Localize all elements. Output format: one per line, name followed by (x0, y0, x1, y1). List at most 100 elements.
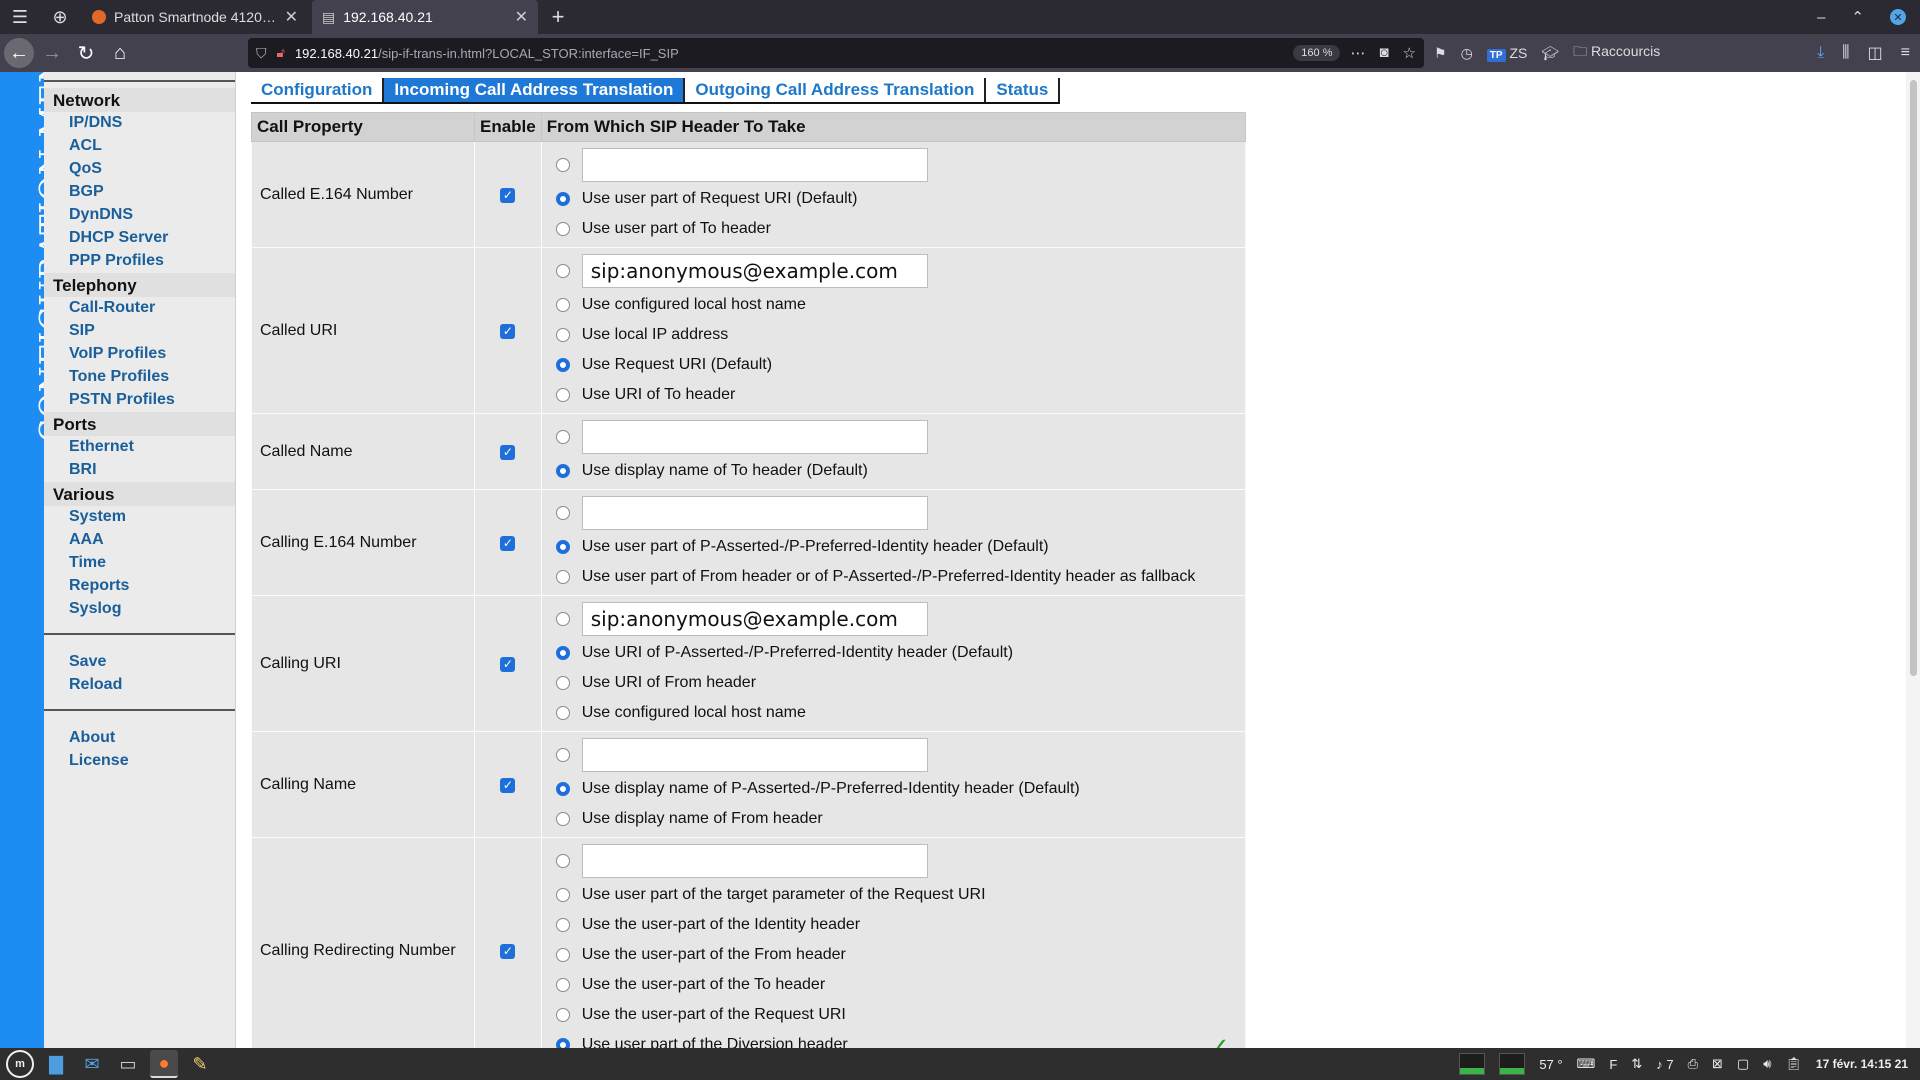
browser-tab[interactable]: Patton Smartnode 4120: N ✕ (82, 0, 308, 34)
sidebar-item-ethernet[interactable]: Ethernet (44, 436, 235, 459)
enable-checkbox[interactable]: ✓ (500, 656, 516, 672)
option-radio[interactable] (555, 646, 570, 660)
option-radio[interactable] (555, 298, 570, 312)
option-label[interactable]: Use URI of From header (582, 674, 756, 692)
option-label[interactable]: Use display name of From header (582, 810, 823, 828)
enable-checkbox[interactable]: ✓ (500, 323, 516, 339)
sidebar-item-ppp-profiles[interactable]: PPP Profiles (44, 250, 235, 273)
sidebar-item-aaa[interactable]: AAA (44, 529, 235, 552)
option-label[interactable]: Use user part of the Diversion header (582, 1036, 848, 1048)
tracking-shield-icon[interactable]: ⛉ (256, 45, 267, 62)
sidebar-item-syslog[interactable]: Syslog (44, 598, 235, 621)
start-menu-icon[interactable]: m (6, 1050, 34, 1078)
option-label[interactable]: Use user part of Request URI (Default) (582, 190, 858, 208)
page-scrollbar[interactable] (1906, 72, 1920, 1048)
tab-status[interactable]: Status (986, 78, 1061, 102)
custom-value-input[interactable] (581, 738, 928, 772)
sidebar-item-pstn-profiles[interactable]: PSTN Profiles (44, 389, 235, 412)
option-radio[interactable] (555, 612, 570, 626)
forward-icon[interactable]: → (36, 37, 68, 69)
option-radio[interactable] (555, 192, 570, 206)
library-icon[interactable]: ⫼ (1842, 44, 1849, 62)
sidebar-license-link[interactable]: License (44, 750, 235, 773)
home-icon[interactable]: ⌂ (104, 37, 136, 69)
sidebar-item-acl[interactable]: ACL (44, 135, 235, 158)
firefox-icon[interactable]: ● (150, 1050, 178, 1078)
scrollbar-thumb[interactable] (1910, 80, 1917, 676)
sidebar-item-time[interactable]: Time (44, 552, 235, 575)
tab-configuration[interactable]: Configuration (251, 78, 385, 102)
graduation-cap-icon[interactable]: 🎓︎ (1541, 45, 1559, 62)
bookmarks-folder[interactable]: 🗀 Raccourcis (1573, 41, 1660, 65)
url-bar[interactable]: ⛉ 🔓︎ 192.168.40.21/sip-if-trans-in.html?… (248, 38, 1424, 68)
cpu-graph-icon[interactable] (1459, 1053, 1486, 1075)
sidebar-item-qos[interactable]: QoS (44, 158, 235, 181)
option-label[interactable]: Use local IP address (582, 326, 728, 344)
close-tab-icon[interactable]: ✕ (515, 7, 528, 27)
custom-value-input[interactable] (581, 844, 928, 878)
option-radio[interactable] (555, 706, 570, 720)
option-radio[interactable] (555, 506, 570, 520)
tab-incoming-call-address-translation[interactable]: Incoming Call Address Translation (384, 78, 686, 102)
option-label[interactable]: Use the user-part of the To header (582, 976, 825, 994)
option-radio[interactable] (555, 388, 570, 402)
bookmark-star-icon[interactable]: ☆ (1403, 44, 1416, 62)
custom-value-input[interactable] (581, 602, 928, 636)
close-window-icon[interactable]: ✕ (1890, 9, 1906, 25)
option-radio[interactable] (555, 264, 570, 278)
sidebar-toggle-icon[interactable]: ◫ (1868, 43, 1883, 63)
option-radio[interactable] (555, 1008, 570, 1022)
option-label[interactable]: Use configured local host name (582, 704, 806, 722)
display-icon[interactable]: ▢ (1737, 1056, 1749, 1072)
browser-tab-active[interactable]: ▤ 192.168.40.21 ✕ (312, 0, 538, 34)
enable-checkbox[interactable]: ✓ (500, 187, 516, 203)
memory-graph-icon[interactable] (1499, 1053, 1526, 1075)
option-radio[interactable] (555, 328, 570, 342)
zs-extension-icon[interactable]: TP ZS (1486, 45, 1527, 62)
custom-value-input[interactable] (581, 496, 928, 530)
custom-value-input[interactable] (581, 254, 928, 288)
option-label[interactable]: Use display name of To header (Default) (582, 462, 868, 480)
option-label[interactable]: Use user part of the target parameter of… (582, 886, 986, 904)
history-icon[interactable]: ◷ (1461, 45, 1473, 62)
sidebar-item-voip-profiles[interactable]: VoIP Profiles (44, 343, 235, 366)
option-radio[interactable] (555, 222, 570, 236)
custom-value-input[interactable] (581, 420, 928, 454)
sidebar-item-sip[interactable]: SIP (44, 320, 235, 343)
option-label[interactable]: Use the user-part of the Identity header (582, 916, 860, 934)
restore-icon[interactable]: ⌃ (1851, 8, 1864, 26)
option-radio[interactable] (555, 1038, 570, 1048)
option-radio[interactable] (555, 978, 570, 992)
keyboard-icon[interactable]: ⌨ (1577, 1056, 1596, 1072)
font-icon[interactable]: F (1609, 1057, 1617, 1072)
option-label[interactable]: Use configured local host name (582, 296, 806, 314)
custom-value-input[interactable] (581, 148, 928, 182)
option-radio[interactable] (555, 854, 570, 868)
new-tab-button[interactable]: + (540, 0, 576, 34)
option-label[interactable]: Use user part of From header or of P-Ass… (582, 568, 1196, 586)
option-radio[interactable] (555, 570, 570, 584)
option-radio[interactable] (555, 464, 570, 478)
reload-icon[interactable]: ↻ (70, 37, 102, 69)
app-menu-icon[interactable]: ≡ (1901, 44, 1910, 62)
minimize-icon[interactable]: – (1817, 9, 1825, 26)
option-label[interactable]: Use display name of P-Asserted-/P-Prefer… (582, 780, 1080, 798)
option-label[interactable]: Use Request URI (Default) (582, 356, 772, 374)
sidebar-item-ip-dns[interactable]: IP/DNS (44, 112, 235, 135)
more-actions-icon[interactable]: ⋯ (1350, 44, 1365, 62)
sidebar-item-dyndns[interactable]: DynDNS (44, 204, 235, 227)
option-radio[interactable] (555, 782, 570, 796)
option-label[interactable]: Use the user-part of the From header (582, 946, 846, 964)
option-radio[interactable] (555, 748, 570, 762)
clock[interactable]: 17 févr. 14:15 21 (1816, 1057, 1908, 1071)
close-tab-icon[interactable]: ✕ (285, 7, 298, 27)
sidebar-reload-link[interactable]: Reload (44, 674, 235, 697)
sidebar-about-link[interactable]: About (44, 727, 235, 750)
option-radio[interactable] (555, 358, 570, 372)
pocket-icon[interactable]: ◙ (1379, 44, 1388, 62)
option-radio[interactable] (555, 888, 570, 902)
option-radio[interactable] (555, 676, 570, 690)
option-radio[interactable] (555, 948, 570, 962)
enable-checkbox[interactable]: ✓ (500, 943, 516, 959)
clipboard-icon[interactable]: 📋︎ (1785, 1056, 1802, 1072)
